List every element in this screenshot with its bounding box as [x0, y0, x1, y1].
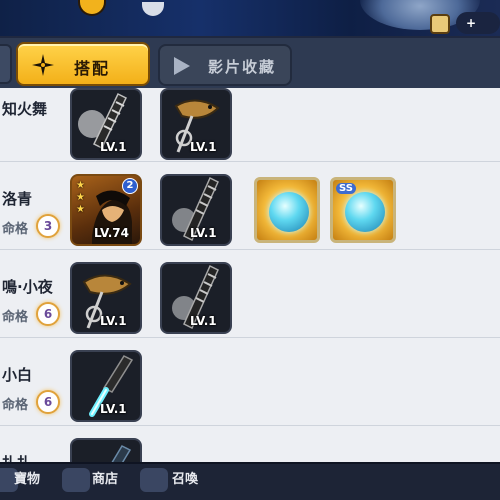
fate-level-badge: 3: [36, 214, 60, 238]
tab-label: 影片收藏: [208, 58, 277, 76]
nav-shop[interactable]: 商店: [92, 468, 118, 487]
ninja-name: 知火舞: [2, 100, 48, 118]
lineup-row: 鳴·小夜 命格 6 LV.1 LV.1: [0, 250, 500, 338]
plus-button[interactable]: +: [456, 12, 500, 34]
item-level: LV.1: [190, 140, 217, 154]
lineup-row: 知火舞 LV.1 LV.1: [0, 88, 500, 162]
weapon-slot[interactable]: LV.1: [160, 262, 232, 334]
fate-label: 命格: [2, 310, 29, 325]
lineup-row: 洛青 命格 3 ★ ★ ★ 2 LV.74 LV.1 SS: [0, 162, 500, 250]
ninja-slot[interactable]: ★ ★ ★ 2 LV.74: [70, 174, 142, 246]
player-avatar-icon[interactable]: [430, 14, 450, 34]
nav-summon[interactable]: 召喚: [172, 468, 198, 487]
tab-previous[interactable]: [0, 44, 12, 84]
nav-icon[interactable]: [140, 468, 168, 492]
weapon-slot[interactable]: LV.1: [160, 174, 232, 246]
item-level: LV.1: [100, 402, 127, 416]
lineup-list[interactable]: 知火舞 LV.1 LV.1 洛青 命格 3 ★ ★ ★ 2 LV.74 LV.1…: [0, 88, 500, 462]
fate-label: 命格: [2, 398, 29, 413]
spirit-orb-icon: [269, 192, 309, 232]
ninja-name: 洛青: [2, 190, 33, 208]
bottom-nav: 寶物 商店 召喚: [0, 462, 500, 500]
weapon-slot[interactable]: [70, 438, 142, 462]
screen: + 搭配 影片收藏 知火舞 LV.1 LV.1 洛青 命格 3 ★ ★ ★ 2 …: [0, 0, 500, 500]
tab-label: 搭配: [74, 59, 111, 78]
nav-icon[interactable]: [62, 468, 90, 492]
character-decoration: [78, 0, 106, 16]
tab-bar: 搭配 影片收藏: [0, 36, 500, 88]
star-rating: ★ ★ ★: [76, 180, 85, 215]
ninja-name: 鳴·小夜: [2, 278, 53, 296]
top-banner: +: [0, 0, 500, 40]
lineup-row: 扎扎: [0, 426, 500, 462]
spirit-orb-icon: [345, 192, 385, 232]
ninja-name: 小白: [2, 366, 33, 384]
mystic-grade-badge: SS: [336, 183, 356, 194]
ninja-level: LV.74: [94, 226, 129, 240]
fate-label: 命格: [2, 222, 29, 237]
item-level: LV.1: [100, 314, 127, 328]
weapon-slot[interactable]: LV.1: [160, 88, 232, 160]
ninja-name: 扎扎: [2, 452, 32, 462]
play-icon: [174, 57, 190, 75]
character-decoration: [142, 2, 164, 16]
weapon-slot[interactable]: LV.1: [70, 88, 142, 160]
tab-video-collection[interactable]: 影片收藏: [158, 44, 292, 86]
shuriken-icon: [32, 54, 54, 76]
mystic-slot[interactable]: [254, 177, 320, 243]
ninja-badge: 2: [122, 178, 138, 194]
lineup-row: 小白 命格 6 LV.1: [0, 338, 500, 426]
nav-treasure[interactable]: 寶物: [14, 468, 40, 487]
blade-icon: [111, 445, 132, 462]
item-level: LV.1: [190, 314, 217, 328]
tab-lineup[interactable]: 搭配: [16, 42, 150, 86]
item-level: LV.1: [100, 140, 127, 154]
mystic-slot[interactable]: SS: [330, 177, 396, 243]
fate-level-badge: 6: [36, 390, 60, 414]
fate-level-badge: 6: [36, 302, 60, 326]
item-level: LV.1: [190, 226, 217, 240]
weapon-slot[interactable]: LV.1: [70, 262, 142, 334]
weapon-slot[interactable]: LV.1: [70, 350, 142, 422]
